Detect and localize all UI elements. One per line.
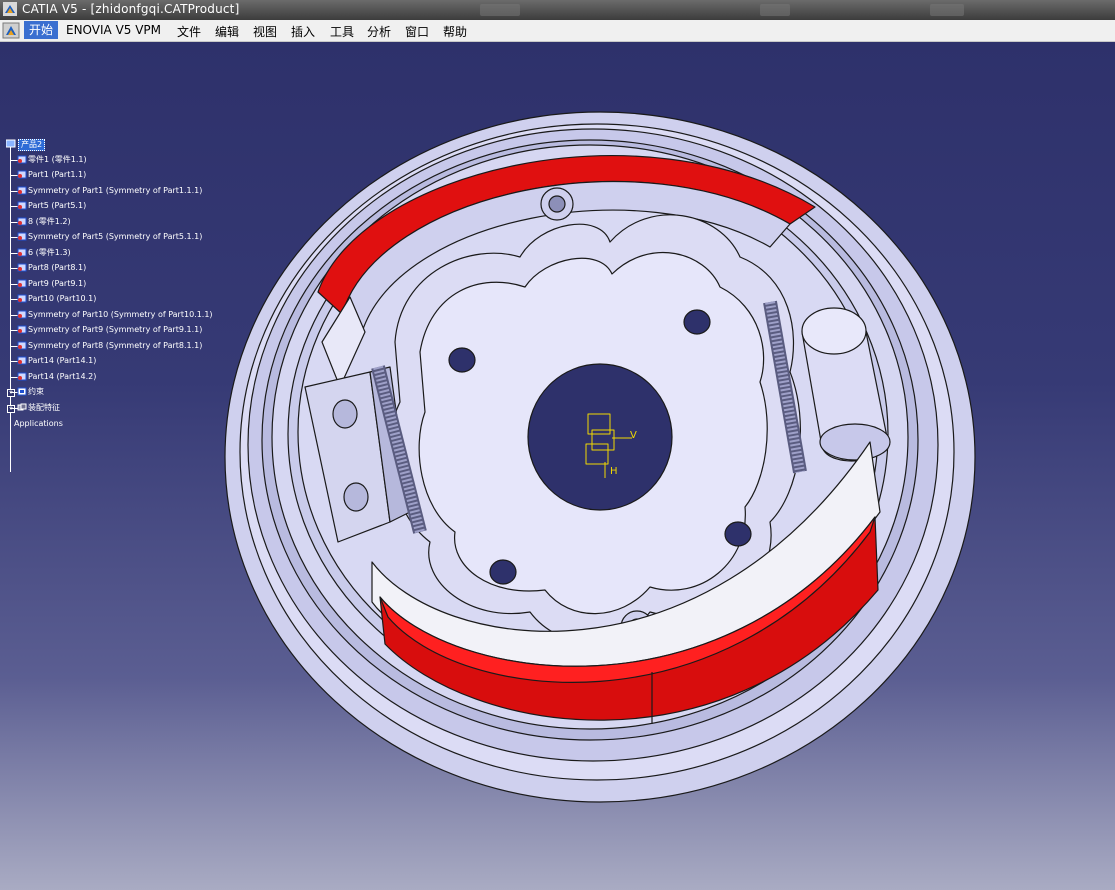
constraints-icon <box>17 387 27 396</box>
tree-applications-label[interactable]: Applications <box>14 419 63 429</box>
part-icon <box>17 232 27 241</box>
tree-node-label[interactable]: Part14 (Part14.1) <box>28 356 96 366</box>
anchor-hole <box>343 482 369 512</box>
mounting-hole <box>683 309 711 335</box>
anchor-hole <box>332 399 358 429</box>
tree-node-label[interactable]: Symmetry of Part5 (Symmetry of Part5.1.1… <box>28 232 202 242</box>
tree-node-label[interactable]: Part1 (Part1.1) <box>28 170 86 180</box>
tree-root-label[interactable]: 产品2 <box>18 139 46 151</box>
specification-tree: 产品2 零件1 (零件1.1) Part1 (Part1.1) Symmetry… <box>4 138 234 478</box>
part-icon <box>17 310 27 319</box>
title-bar: CATIA V5 - [zhidonfgqi.CATProduct] <box>0 0 1115 20</box>
part-icon <box>17 325 27 334</box>
3d-viewport[interactable]: V H 产品2 零件1 (零件1.1) Part1 (Part1.1) Symm… <box>0 42 1115 890</box>
menu-file[interactable]: 文件 <box>177 23 201 40</box>
part-icon <box>17 201 27 210</box>
menu-enovia[interactable]: ENOVIA V5 VPM <box>66 23 161 37</box>
tree-node-label[interactable]: Symmetry of Part9 (Symmetry of Part9.1.1… <box>28 325 202 335</box>
tree-node-label[interactable]: 装配特征 <box>28 403 60 413</box>
document-menu-icon[interactable] <box>2 22 20 39</box>
tree-node-label[interactable]: Part14 (Part14.2) <box>28 372 96 382</box>
wheel-cylinder-end <box>801 307 867 355</box>
product-icon <box>6 139 16 148</box>
tree-node-label[interactable]: 零件1 (零件1.1) <box>28 155 87 165</box>
tree-node-label[interactable]: Part10 (Part10.1) <box>28 294 96 304</box>
window-title: CATIA V5 - [zhidonfgqi.CATProduct] <box>22 2 240 16</box>
menu-analyze[interactable]: 分析 <box>367 23 391 40</box>
part-icon <box>17 372 27 381</box>
expand-toggle[interactable]: + <box>7 389 15 397</box>
part-icon <box>17 155 27 164</box>
part-icon <box>17 294 27 303</box>
catia-app-icon[interactable] <box>3 2 17 16</box>
part-icon <box>17 279 27 288</box>
menu-start[interactable]: 开始 <box>24 21 59 39</box>
tree-node-label[interactable]: 8 (零件1.2) <box>28 217 71 227</box>
tree-node-label[interactable]: Symmetry of Part8 (Symmetry of Part8.1.1… <box>28 341 202 351</box>
menu-view[interactable]: 视图 <box>253 23 277 40</box>
expand-toggle[interactable]: + <box>7 405 15 413</box>
tree-connector <box>10 146 11 472</box>
axis-h-label: H <box>610 466 618 477</box>
tree-node-label[interactable]: 约束 <box>28 387 44 397</box>
menu-bar: 开始 ENOVIA V5 VPM 文件 编辑 视图 插入 工具 分析 窗口 帮助 <box>0 20 1115 42</box>
tree-node-label[interactable]: Part9 (Part9.1) <box>28 279 86 289</box>
part-icon <box>17 170 27 179</box>
titlebar-decoration <box>480 4 520 16</box>
mounting-hole <box>724 521 752 547</box>
tree-node-label[interactable]: Part8 (Part8.1) <box>28 263 86 273</box>
menu-insert[interactable]: 插入 <box>291 23 315 40</box>
part-icon <box>17 356 27 365</box>
tree-node-label[interactable]: Symmetry of Part10 (Symmetry of Part10.1… <box>28 310 213 320</box>
titlebar-decoration <box>930 4 964 16</box>
hub-bore <box>527 363 673 511</box>
tree-node-label[interactable]: 6 (零件1.3) <box>28 248 71 258</box>
assembly-features-icon <box>17 403 27 411</box>
wheel-cylinder-bore <box>819 423 891 461</box>
part-icon <box>17 248 27 257</box>
mounting-hole <box>448 347 476 373</box>
menu-help[interactable]: 帮助 <box>443 23 467 40</box>
tree-node-label[interactable]: Part5 (Part5.1) <box>28 201 86 211</box>
mounting-hole <box>489 559 517 585</box>
hold-down-pin-center <box>548 195 566 213</box>
part-icon <box>17 186 27 195</box>
axis-v-label: V <box>630 430 637 441</box>
menu-tools[interactable]: 工具 <box>330 23 354 40</box>
menu-window[interactable]: 窗口 <box>405 23 429 40</box>
part-icon <box>17 341 27 350</box>
part-icon <box>17 217 27 226</box>
part-icon <box>17 263 27 272</box>
menu-edit[interactable]: 编辑 <box>215 23 239 40</box>
titlebar-decoration <box>760 4 790 16</box>
tree-node-label[interactable]: Symmetry of Part1 (Symmetry of Part1.1.1… <box>28 186 202 196</box>
